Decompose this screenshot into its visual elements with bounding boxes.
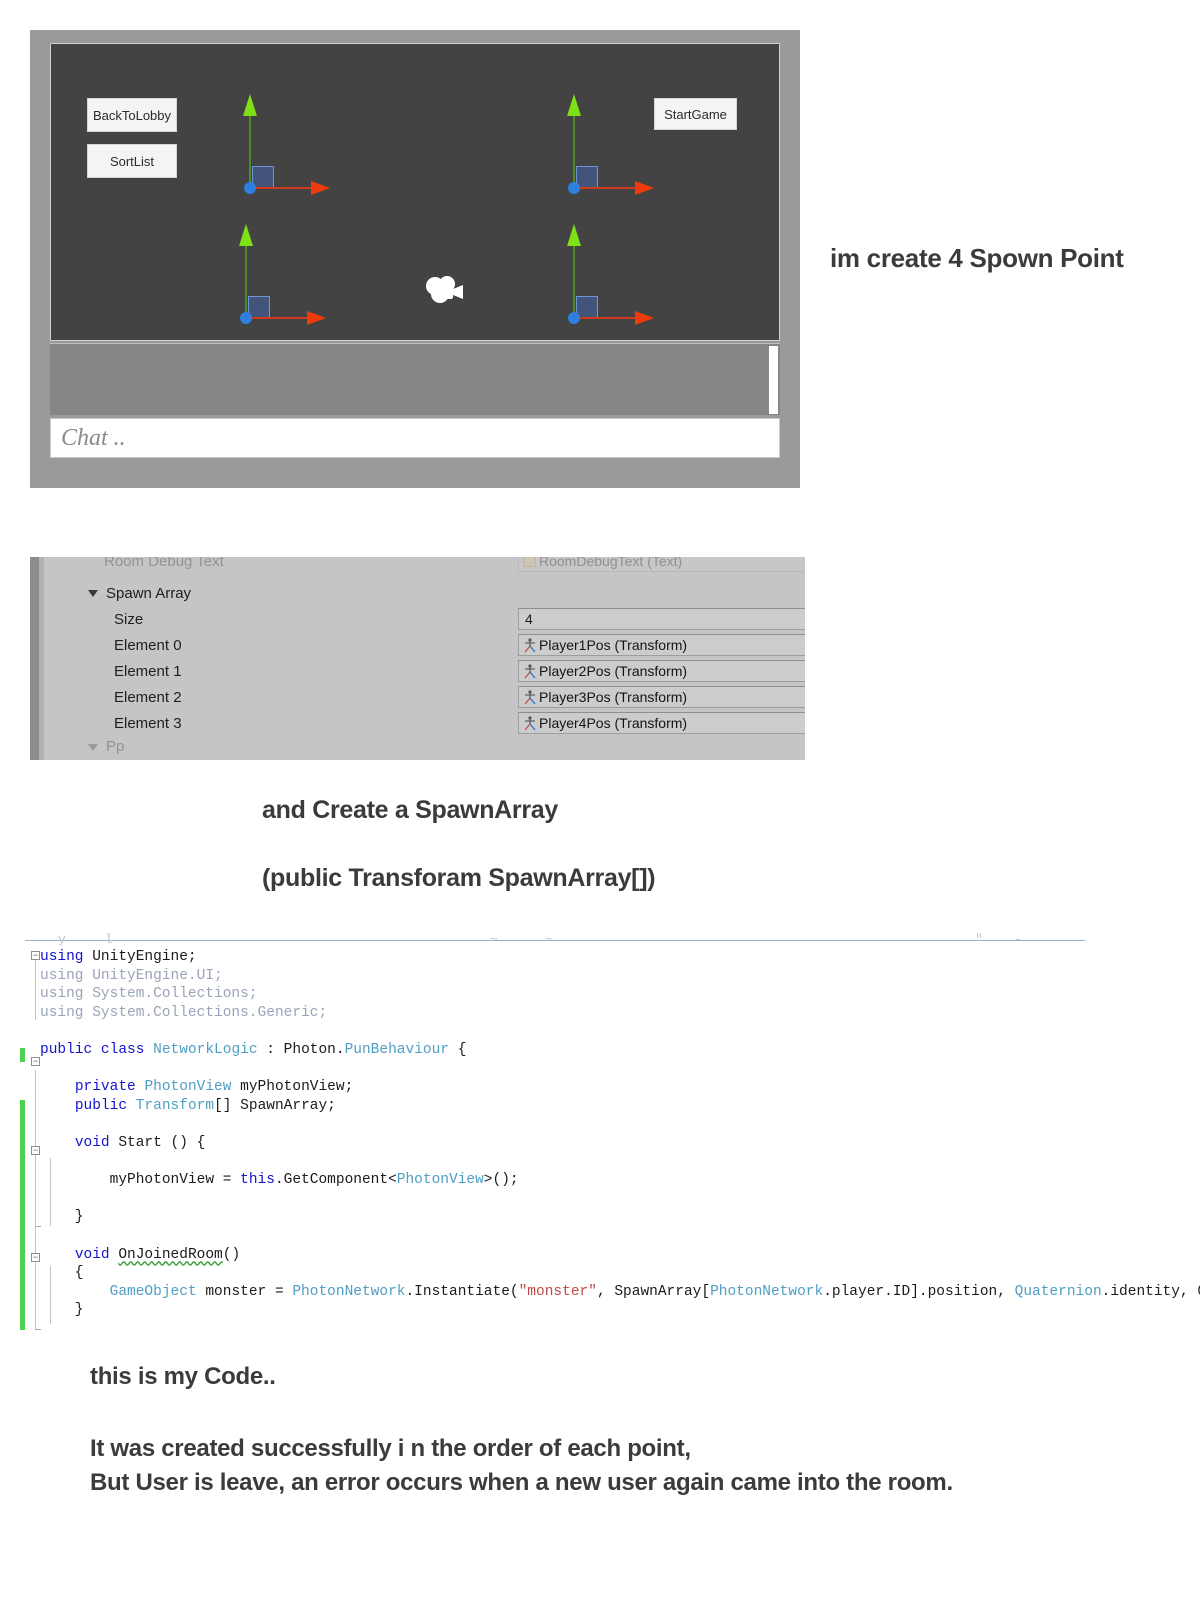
gizmo-origin-icon[interactable]: [568, 312, 580, 324]
element-2-label: Element 2: [114, 689, 182, 706]
editor-ghost-text-mid: ~ ~: [490, 932, 553, 947]
annotation-spawn-point: im create 4 Spown Point: [830, 243, 1124, 273]
annotation-this-is-my-code: this is my Code..: [90, 1363, 276, 1390]
editor-top-divider: [25, 940, 1085, 941]
pp-header-label: Pp: [106, 738, 125, 755]
room-debug-text-value: RoomDebugText (Text): [539, 557, 683, 569]
element-0-value: Player1Pos (Transform): [539, 637, 688, 653]
unity-game-view: BackToLobby SortList StartGame Chat ..: [30, 30, 800, 488]
x-axis-line: [574, 187, 638, 189]
transform-gizmo-player2[interactable]: [559, 92, 679, 202]
gizmo-origin-icon[interactable]: [568, 182, 580, 194]
camera-icon: [426, 276, 463, 303]
y-axis-line: [245, 242, 247, 318]
text-component-icon: [523, 557, 536, 567]
spawn-array-header-label: Spawn Array: [106, 585, 192, 602]
y-axis-arrow-icon: [239, 224, 253, 246]
inspector-row-element-1[interactable]: Element 1 Player2Pos (Transform): [44, 659, 805, 685]
inspector-row-element-2[interactable]: Element 2 Player3Pos (Transform): [44, 685, 805, 711]
back-to-lobby-button[interactable]: BackToLobby: [87, 98, 177, 132]
fold-toggle-start[interactable]: −: [31, 1146, 40, 1155]
chat-input-field[interactable]: Chat ..: [50, 418, 780, 458]
change-bar: [20, 1100, 25, 1330]
gizmo-origin-icon[interactable]: [240, 312, 252, 324]
x-axis-arrow-icon: [635, 181, 654, 195]
y-axis-line: [573, 112, 575, 188]
inspector-row-pp[interactable]: Pp: [44, 737, 805, 760]
element-3-value: Player4Pos (Transform): [539, 715, 688, 731]
element-0-value-field[interactable]: Player1Pos (Transform): [518, 634, 805, 656]
element-1-value: Player2Pos (Transform): [539, 663, 688, 679]
y-axis-line: [249, 112, 251, 188]
size-label: Size: [114, 611, 144, 628]
element-0-label: Element 0: [114, 637, 182, 654]
element-2-value-field[interactable]: Player3Pos (Transform): [518, 686, 805, 708]
y-axis-arrow-icon: [243, 94, 257, 116]
chat-log-scrollbar[interactable]: [769, 346, 778, 414]
transform-icon: [524, 715, 536, 730]
annotation-create-array: and Create a SpawnArray: [262, 796, 558, 824]
code-text[interactable]: using UnityEngine; using UnityEngine.UI;…: [40, 948, 1200, 1320]
inspector-row-room-debug-text[interactable]: Room Debug Text RoomDebugText (Text): [44, 557, 805, 583]
size-value: 4: [525, 611, 533, 627]
transform-gizmo-player3[interactable]: [231, 222, 351, 332]
back-to-lobby-label: BackToLobby: [92, 107, 172, 123]
screenshot-page: BackToLobby SortList StartGame Chat .. i…: [0, 0, 1200, 1608]
fold-end-tick: [35, 1329, 41, 1330]
transform-icon: [524, 689, 536, 704]
explanation-line-2: But User is leave, an error occurs when …: [90, 1469, 953, 1496]
transform-gizmo-player1[interactable]: [235, 92, 355, 202]
element-1-label: Element 1: [114, 663, 182, 680]
inspector-left-gutter: [30, 557, 39, 760]
fold-toggle-onjoinedroom[interactable]: −: [31, 1253, 40, 1262]
room-debug-text-field[interactable]: RoomDebugText (Text): [518, 557, 805, 572]
indent-guide: [35, 1070, 36, 1330]
game-viewport: BackToLobby SortList StartGame: [50, 43, 780, 341]
y-axis-arrow-icon: [567, 94, 581, 116]
foldout-triangle-down-icon[interactable]: [88, 590, 98, 597]
inspector-row-size[interactable]: Size 4: [44, 607, 805, 633]
transform-icon: [524, 663, 536, 678]
x-axis-arrow-icon: [311, 181, 330, 195]
explanation-line-1: It was created successfully i n the orde…: [90, 1435, 691, 1462]
foldout-triangle-down-icon[interactable]: [88, 744, 98, 751]
annotation-public-transform: (public Transforam SpawnArray[]): [262, 864, 656, 892]
inspector-row-element-0[interactable]: Element 0 Player1Pos (Transform): [44, 633, 805, 659]
x-axis-line: [574, 317, 638, 319]
annotation-explanation: It was created successfully i n the orde…: [90, 1432, 953, 1500]
transform-icon: [524, 637, 536, 652]
code-editor[interactable]: y l ~ ~ " - − − − − using UnityEngine; u…: [0, 930, 1200, 1350]
x-axis-line: [250, 187, 314, 189]
inspector-row-spawn-array-header[interactable]: Spawn Array: [44, 581, 805, 607]
editor-ghost-text-right: " -: [975, 932, 1022, 947]
sort-list-label: SortList: [109, 153, 155, 169]
change-bar: [20, 1048, 25, 1062]
sort-list-button[interactable]: SortList: [87, 144, 177, 178]
unity-inspector-panel: Room Debug Text RoomDebugText (Text) Spa…: [30, 557, 805, 760]
editor-ghost-text-left: y l: [58, 932, 113, 947]
y-axis-line: [573, 242, 575, 318]
x-axis-arrow-icon: [635, 311, 654, 325]
element-3-value-field[interactable]: Player4Pos (Transform): [518, 712, 805, 734]
inspector-row-element-3[interactable]: Element 3 Player4Pos (Transform): [44, 711, 805, 737]
chat-log-panel: [50, 343, 780, 415]
size-value-field[interactable]: 4: [518, 608, 805, 630]
indent-guide: [35, 958, 36, 1020]
gizmo-origin-icon[interactable]: [244, 182, 256, 194]
x-axis-line: [246, 317, 310, 319]
y-axis-arrow-icon: [567, 224, 581, 246]
chat-input-placeholder: Chat ..: [61, 424, 126, 451]
element-2-value: Player3Pos (Transform): [539, 689, 688, 705]
transform-gizmo-player4[interactable]: [559, 222, 679, 332]
room-debug-text-label: Room Debug Text: [104, 557, 224, 570]
element-1-value-field[interactable]: Player2Pos (Transform): [518, 660, 805, 682]
fold-toggle-class[interactable]: −: [31, 1057, 40, 1066]
fold-toggle-usings[interactable]: −: [31, 951, 40, 960]
x-axis-arrow-icon: [307, 311, 326, 325]
element-3-label: Element 3: [114, 715, 182, 732]
